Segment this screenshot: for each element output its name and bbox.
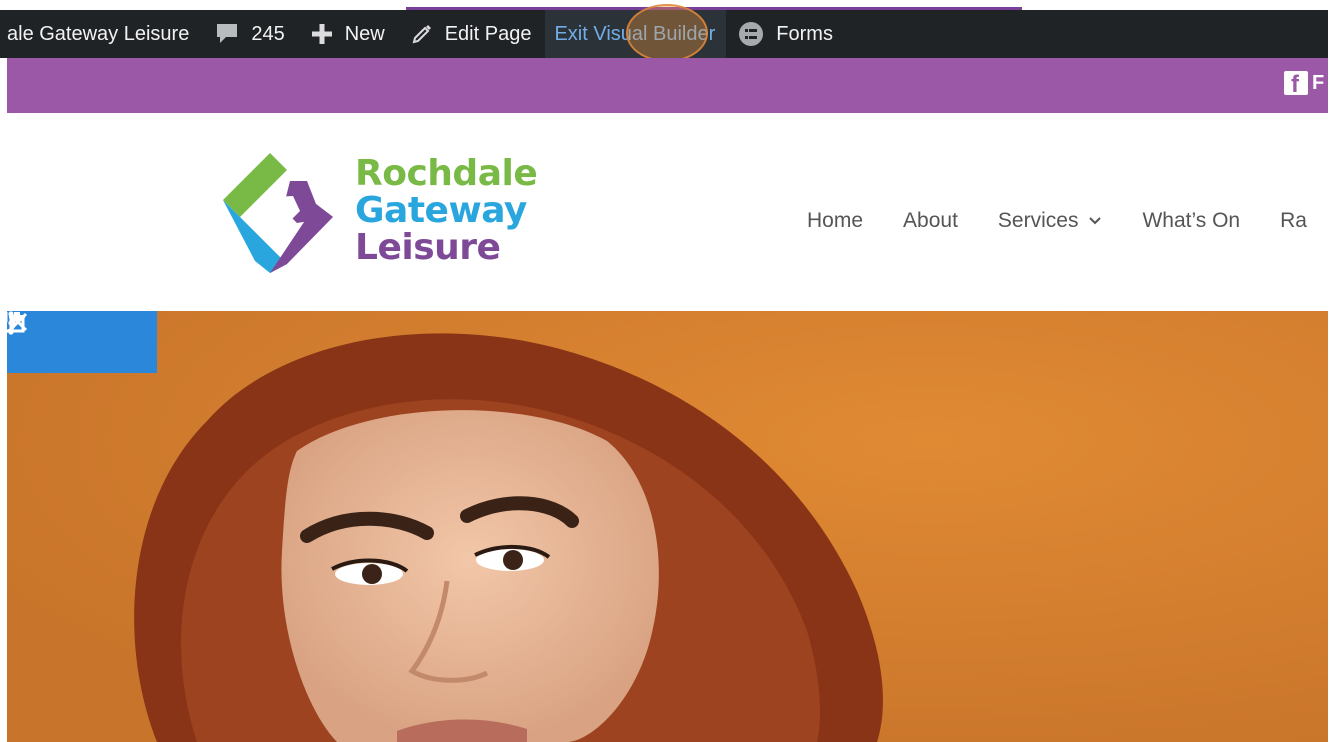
edit-page-label: Edit Page	[444, 22, 532, 45]
nav-label: About	[903, 209, 958, 232]
chevron-down-icon	[1089, 217, 1102, 225]
site-name-label: ale Gateway Leisure	[7, 22, 190, 45]
nav-label: Ra	[1280, 209, 1307, 232]
logo-line-1: Rochdale	[355, 153, 538, 194]
facebook-link-text[interactable]: F	[1312, 72, 1324, 95]
admin-bar-forms[interactable]: Forms	[726, 10, 833, 58]
nav-item-services[interactable]: Services	[998, 209, 1103, 233]
site-header: Rochdale Gateway Leisure Home About Serv…	[7, 113, 1328, 311]
more-vertical-icon[interactable]	[8, 311, 155, 362]
logo-line-3: Leisure	[355, 227, 501, 268]
admin-bar-comments[interactable]: 245	[215, 10, 310, 58]
pencil-icon	[412, 25, 431, 44]
exit-visual-builder-button[interactable]: Exit Visual Builder	[545, 10, 727, 58]
builder-section-toolbar	[7, 311, 157, 373]
nav-label: What’s On	[1142, 209, 1241, 232]
new-label: New	[344, 22, 385, 45]
nav-item-truncated[interactable]: Ra	[1280, 209, 1307, 233]
logo-mark-icon[interactable]	[215, 151, 345, 275]
plus-icon	[311, 24, 332, 44]
comment-icon	[217, 24, 238, 43]
nav-label: Home	[807, 209, 864, 232]
nav-item-whats-on[interactable]: What’s On	[1142, 209, 1240, 233]
exit-builder-label: Exit Visual Builder	[554, 22, 716, 45]
logo-wordmark[interactable]: Rochdale Gateway Leisure	[355, 153, 538, 268]
facebook-icon[interactable]: f	[1284, 71, 1308, 95]
admin-bar-new[interactable]: New	[311, 10, 411, 58]
nav-label: Services	[997, 209, 1079, 232]
admin-bar-site-name[interactable]: ale Gateway Leisure	[0, 10, 215, 58]
close-icon[interactable]	[8, 312, 99, 362]
forms-label: Forms	[776, 22, 833, 45]
main-nav: Home About Services What’s On Ra	[807, 209, 1333, 233]
nav-item-home[interactable]: Home	[807, 209, 863, 233]
forms-icon	[739, 22, 764, 46]
hero-image	[7, 311, 1328, 742]
nav-item-about[interactable]: About	[903, 209, 958, 233]
comments-count: 245	[251, 22, 285, 45]
hero-section[interactable]	[7, 311, 1328, 742]
logo-line-2: Gateway	[355, 190, 527, 231]
admin-bar-edit-page[interactable]: Edit Page	[411, 10, 546, 58]
wp-admin-bar: ale Gateway Leisure 245 New Edit Page Ex…	[0, 10, 1328, 58]
top-bar: f F	[7, 58, 1328, 113]
